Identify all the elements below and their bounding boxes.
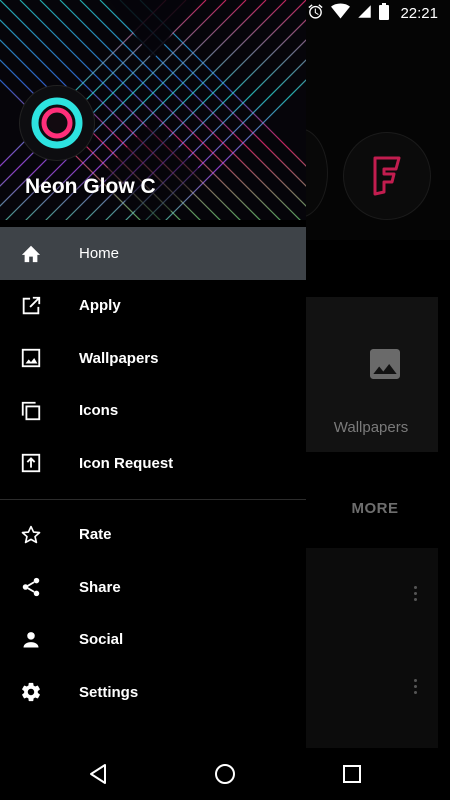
- navigation-drawer: Neon Glow C Home Apply Wallpapers Icons: [0, 0, 306, 760]
- clock: 22:21: [400, 5, 438, 22]
- star-icon: [19, 523, 43, 547]
- upload-box-icon: [19, 451, 43, 475]
- drawer-item-label: Share: [79, 578, 121, 596]
- drawer-item-label: Rate: [79, 526, 112, 544]
- drawer-item-apply[interactable]: Apply: [0, 280, 306, 333]
- home-icon: [19, 241, 43, 265]
- drawer-item-label: Settings: [79, 683, 139, 701]
- home-button[interactable]: [213, 762, 237, 786]
- drawer-item-label: Icons: [79, 402, 119, 420]
- drawer-item-settings[interactable]: Settings: [0, 666, 306, 719]
- battery-icon: [379, 2, 390, 25]
- drawer-item-icons[interactable]: Icons: [0, 385, 306, 438]
- alarm-icon: [307, 3, 324, 25]
- wallpapers-card-label: Wallpapers: [333, 419, 409, 436]
- more-button[interactable]: MORE: [330, 500, 420, 517]
- person-icon: [19, 628, 43, 652]
- drawer-header: Neon Glow C: [0, 0, 306, 220]
- status-bar: 22:21: [0, 0, 450, 27]
- overflow-menu-icon[interactable]: [414, 586, 418, 604]
- recents-button[interactable]: [340, 762, 364, 786]
- image-icon: [19, 346, 43, 370]
- drawer-item-label: Social: [79, 631, 124, 649]
- background-list-card: [306, 548, 438, 748]
- drawer-item-wallpapers[interactable]: Wallpapers: [0, 332, 306, 385]
- cell-signal-icon: [357, 4, 372, 24]
- gear-icon: [19, 680, 43, 704]
- wifi-icon: [331, 3, 351, 24]
- drawer-divider: [0, 498, 306, 500]
- drawer-item-label: Icon Request: [79, 454, 174, 472]
- drawer-item-share[interactable]: Share: [0, 561, 306, 614]
- system-nav-bar: [0, 748, 450, 800]
- image-icon: [365, 344, 405, 389]
- drawer-item-home[interactable]: Home: [0, 227, 306, 280]
- share-icon: [19, 575, 43, 599]
- drawer-item-label: Apply: [79, 297, 121, 315]
- wallpapers-card[interactable]: Wallpapers: [306, 297, 438, 452]
- foursquare-icon[interactable]: [344, 133, 430, 219]
- drawer-item-label: Home: [79, 244, 120, 262]
- drawer-menu: Home Apply Wallpapers Icons Icon Request: [0, 227, 306, 719]
- overflow-menu-icon[interactable]: [414, 679, 418, 697]
- drawer-item-icon-request[interactable]: Icon Request: [0, 437, 306, 490]
- app-logo: [20, 86, 94, 160]
- drawer-item-rate[interactable]: Rate: [0, 509, 306, 562]
- open-external-icon: [19, 294, 43, 318]
- copy-icon: [19, 399, 43, 423]
- back-button[interactable]: [86, 762, 110, 786]
- app-name: Neon Glow C: [25, 175, 156, 198]
- drawer-item-social[interactable]: Social: [0, 614, 306, 667]
- drawer-item-label: Wallpapers: [79, 349, 159, 367]
